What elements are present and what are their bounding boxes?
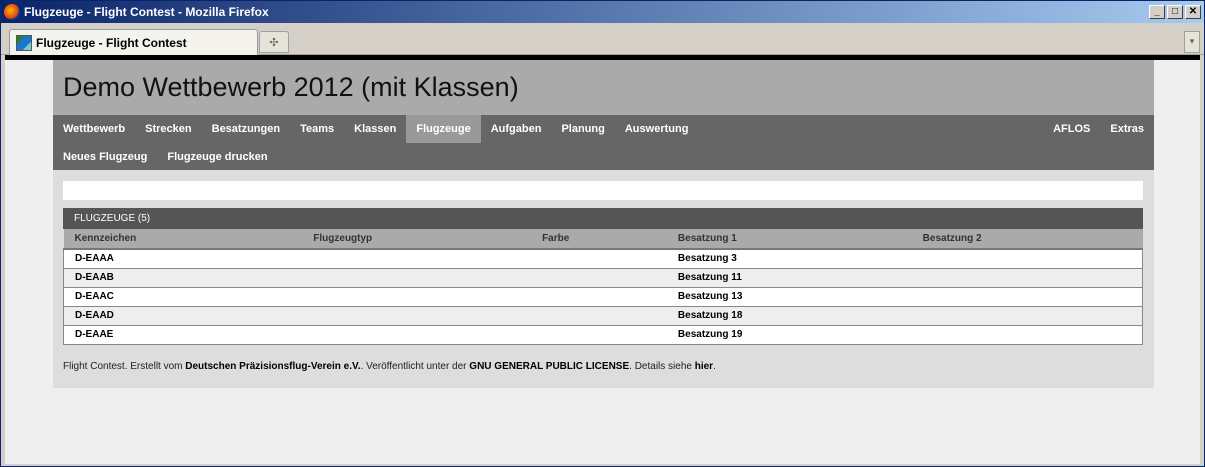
footer-text-4: . (713, 361, 716, 372)
cell-flugzeugtyp (302, 306, 532, 326)
cell-kennzeichen[interactable]: D-EAAE (63, 325, 303, 345)
neues-flugzeug-link[interactable]: Neues Flugzeug (53, 143, 157, 170)
minimize-button[interactable]: _ (1149, 5, 1165, 19)
tab-bar: Flugzeuge - Flight Contest ✣ ▾ (1, 23, 1204, 55)
footer-text-3: . Details siehe (629, 361, 695, 372)
message-bar (63, 181, 1143, 200)
nav-item-besatzungen[interactable]: Besatzungen (202, 115, 290, 143)
page-header: Demo Wettbewerb 2012 (mit Klassen) (53, 60, 1154, 115)
column-header-farbe[interactable]: Farbe (531, 229, 667, 250)
cell-kennzeichen[interactable]: D-EAAC (63, 287, 303, 307)
cell-farbe (531, 306, 667, 326)
aircraft-table-panel: FLUGZEUGE (5) Kennzeichen Flugzeugtyp Fa… (63, 208, 1143, 345)
cell-farbe (531, 325, 667, 345)
main-nav: Wettbewerb Strecken Besatzungen Teams Kl… (53, 115, 1154, 143)
nav-item-aufgaben[interactable]: Aufgaben (481, 115, 552, 143)
window-titlebar[interactable]: Flugzeuge - Flight Contest - Mozilla Fir… (1, 1, 1204, 23)
tab-flugzeuge[interactable]: Flugzeuge - Flight Contest (9, 29, 258, 55)
cell-kennzeichen[interactable]: D-EAAD (63, 306, 303, 326)
page-container: Demo Wettbewerb 2012 (mit Klassen) Wettb… (53, 60, 1154, 388)
browser-window: Flugzeuge - Flight Contest - Mozilla Fir… (0, 0, 1205, 467)
nav-item-wettbewerb[interactable]: Wettbewerb (53, 115, 135, 143)
maximize-button[interactable]: □ (1167, 5, 1183, 19)
firefox-icon (4, 4, 20, 20)
column-header-flugzeugtyp[interactable]: Flugzeugtyp (302, 229, 532, 250)
table-row: D-EAAC Besatzung 13 (63, 287, 1143, 307)
nav-item-aflos[interactable]: AFLOS (1043, 115, 1100, 143)
table-row: D-EAAA Besatzung 3 (63, 249, 1143, 269)
table-row: D-EAAE Besatzung 19 (63, 325, 1143, 345)
table-row: D-EAAD Besatzung 18 (63, 306, 1143, 326)
cell-flugzeugtyp (302, 287, 532, 307)
page-title: Demo Wettbewerb 2012 (mit Klassen) (63, 72, 519, 102)
cell-besatzung-2 (911, 325, 1143, 345)
footer-text-1: Flight Contest. Erstellt vom (63, 361, 186, 372)
cell-besatzung-2 (911, 249, 1143, 269)
cell-farbe (531, 268, 667, 288)
tab-label: Flugzeuge - Flight Contest (36, 35, 187, 50)
cell-besatzung-2 (911, 287, 1143, 307)
cell-kennzeichen[interactable]: D-EAAA (63, 249, 303, 269)
cell-besatzung-1[interactable]: Besatzung 13 (666, 287, 912, 307)
close-button[interactable]: ✕ (1185, 5, 1201, 19)
cell-kennzeichen[interactable]: D-EAAB (63, 268, 303, 288)
nav-item-teams[interactable]: Teams (290, 115, 344, 143)
flight-contest-icon (16, 34, 32, 51)
cell-besatzung-2 (911, 268, 1143, 288)
tab-list-dropdown-button[interactable]: ▾ (1184, 31, 1200, 53)
cell-flugzeugtyp (302, 268, 532, 288)
nav-item-auswertung[interactable]: Auswertung (615, 115, 699, 143)
nav-spacer (698, 115, 1043, 143)
column-header-besatzung-1[interactable]: Besatzung 1 (666, 229, 912, 250)
table-title: FLUGZEUGE (5) (63, 208, 1143, 229)
footer-org: Deutschen Präzisionsflug-Verein e.V. (185, 361, 361, 372)
column-header-kennzeichen[interactable]: Kennzeichen (63, 229, 303, 250)
cell-farbe (531, 249, 667, 269)
cell-besatzung-1[interactable]: Besatzung 11 (666, 268, 912, 288)
nav-item-strecken[interactable]: Strecken (135, 115, 201, 143)
nav-item-flugzeuge[interactable]: Flugzeuge (406, 115, 481, 143)
aircraft-table: Kennzeichen Flugzeugtyp Farbe Besatzung … (63, 229, 1143, 345)
cell-besatzung-1[interactable]: Besatzung 18 (666, 306, 912, 326)
cell-besatzung-1[interactable]: Besatzung 3 (666, 249, 912, 269)
footer-license: GNU GENERAL PUBLIC LICENSE (469, 361, 630, 372)
window-title: Flugzeuge - Flight Contest - Mozilla Fir… (24, 5, 269, 19)
sub-nav: Neues Flugzeug Flugzeuge drucken (53, 143, 1154, 170)
page-footer: Flight Contest. Erstellt vom Deutschen P… (63, 361, 716, 372)
column-header-besatzung-2[interactable]: Besatzung 2 (911, 229, 1143, 250)
table-header-row: Kennzeichen Flugzeugtyp Farbe Besatzung … (63, 229, 1143, 250)
nav-item-extras[interactable]: Extras (1100, 115, 1154, 143)
footer-text-2: . Veröffentlicht unter der (360, 361, 470, 372)
cell-besatzung-1[interactable]: Besatzung 19 (666, 325, 912, 345)
new-tab-button[interactable]: ✣ (259, 31, 289, 53)
cell-farbe (531, 287, 667, 307)
cell-besatzung-2 (911, 306, 1143, 326)
nav-item-klassen[interactable]: Klassen (344, 115, 406, 143)
flugzeuge-drucken-link[interactable]: Flugzeuge drucken (157, 143, 277, 170)
cell-flugzeugtyp (302, 249, 532, 269)
page-viewport: Demo Wettbewerb 2012 (mit Klassen) Wettb… (5, 60, 1200, 464)
footer-details-link[interactable]: hier (695, 361, 713, 372)
table-row: D-EAAB Besatzung 11 (63, 268, 1143, 288)
nav-item-planung[interactable]: Planung (551, 115, 614, 143)
cell-flugzeugtyp (302, 325, 532, 345)
